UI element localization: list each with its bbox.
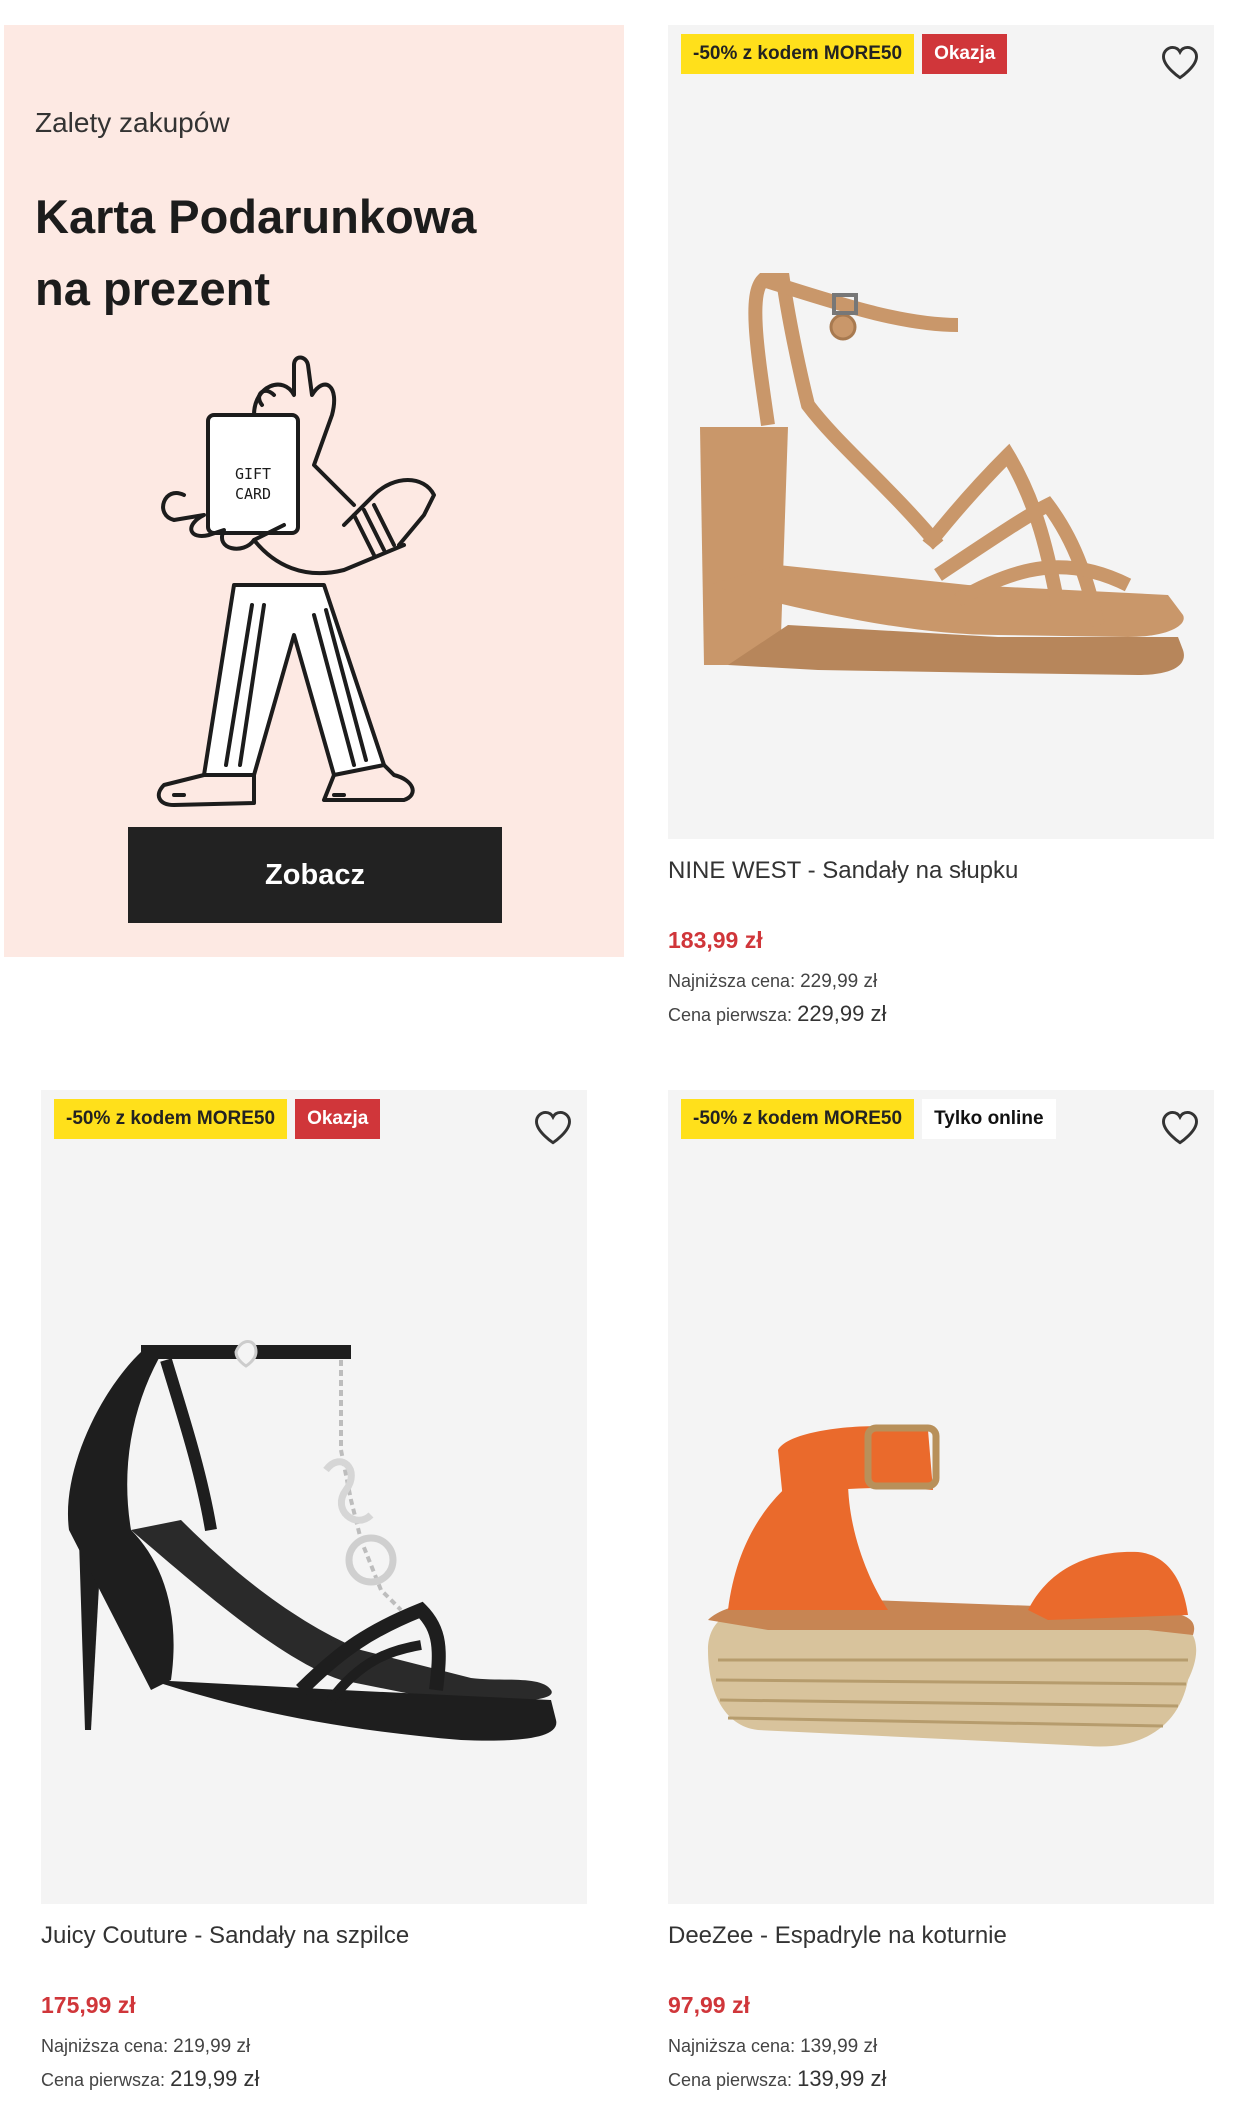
- lowest-price: Najniższa cena: 219,99 zł: [41, 2036, 250, 2058]
- gift-card-promo[interactable]: Zalety zakupów Karta Podarunkowa na prez…: [4, 25, 624, 957]
- lowest-price-label: Najniższa cena:: [668, 971, 796, 991]
- product-card[interactable]: -50% z kodem MORE50 Okazja NINE WEST - S…: [668, 25, 1214, 1035]
- promo-code-badge: -50% z kodem MORE50: [54, 1099, 288, 1139]
- lowest-price: Najniższa cena: 229,99 zł: [668, 971, 877, 993]
- first-price-label: Cena pierwsza:: [41, 2070, 166, 2090]
- badge-group: -50% z kodem MORE50 Okazja: [54, 1099, 381, 1139]
- first-price: Cena pierwsza: 219,99 zł: [41, 2066, 259, 2092]
- lowest-price-value: 139,99 zł: [800, 2036, 878, 2057]
- product-photo-stiletto-sandal: [67, 1340, 557, 1741]
- gift-card-text-2: CARD: [235, 485, 271, 503]
- promo-code-badge: -50% z kodem MORE50: [681, 34, 915, 74]
- gift-card-illustration: GIFT CARD: [156, 355, 436, 807]
- promo-title-line-1: Karta Podarunkowa: [35, 190, 477, 243]
- product-image[interactable]: -50% z kodem MORE50 Tylko online: [668, 1090, 1214, 1904]
- lowest-price-label: Najniższa cena:: [41, 2036, 169, 2056]
- promo-eyebrow: Zalety zakupów: [35, 107, 230, 138]
- first-price-value: 139,99 zł: [797, 2066, 887, 2091]
- promo-title: Karta Podarunkowa na prezent: [35, 181, 595, 325]
- product-name[interactable]: NINE WEST - Sandały na słupku: [668, 857, 1018, 885]
- first-price-label: Cena pierwsza:: [668, 2070, 793, 2090]
- deal-badge: Okazja: [922, 34, 1008, 74]
- first-price: Cena pierwsza: 139,99 zł: [668, 2066, 886, 2092]
- product-image[interactable]: -50% z kodem MORE50 Okazja: [41, 1090, 587, 1904]
- promo-code-badge: -50% z kodem MORE50: [681, 1099, 915, 1139]
- product-name[interactable]: DeeZee - Espadryle na koturnie: [668, 1922, 1007, 1950]
- lowest-price-value: 229,99 zł: [800, 971, 878, 992]
- first-price-label: Cena pierwsza:: [668, 1005, 793, 1025]
- first-price-value: 229,99 zł: [797, 1001, 887, 1026]
- lowest-price-value: 219,99 zł: [173, 2036, 251, 2057]
- product-photo-espadrille-wedge: [708, 1424, 1197, 1747]
- online-only-badge: Tylko online: [922, 1099, 1056, 1139]
- promo-title-line-2: na prezent: [35, 262, 271, 315]
- lowest-price: Najniższa cena: 139,99 zł: [668, 2036, 877, 2058]
- product-photo-heeled-sandal: [700, 273, 1184, 675]
- gift-card-text-1: GIFT: [235, 465, 271, 483]
- first-price-value: 219,99 zł: [170, 2066, 260, 2091]
- deal-badge: Okazja: [295, 1099, 381, 1139]
- product-card[interactable]: -50% z kodem MORE50 Okazja Juicy Couture…: [41, 1090, 587, 2100]
- product-name[interactable]: Juicy Couture - Sandały na szpilce: [41, 1922, 409, 1950]
- heart-outline-icon[interactable]: [1158, 41, 1202, 85]
- product-price: 97,99 zł: [668, 1992, 750, 2018]
- product-price: 183,99 zł: [668, 927, 763, 953]
- product-price: 175,99 zł: [41, 1992, 136, 2018]
- badge-group: -50% z kodem MORE50 Okazja: [681, 34, 1008, 74]
- first-price: Cena pierwsza: 229,99 zł: [668, 1001, 886, 1027]
- lowest-price-label: Najniższa cena:: [668, 2036, 796, 2056]
- heart-outline-icon[interactable]: [1158, 1106, 1202, 1150]
- product-card[interactable]: -50% z kodem MORE50 Tylko online DeeZee …: [668, 1090, 1214, 2100]
- heart-outline-icon[interactable]: [531, 1106, 575, 1150]
- product-image[interactable]: -50% z kodem MORE50 Okazja: [668, 25, 1214, 839]
- badge-group: -50% z kodem MORE50 Tylko online: [681, 1099, 1056, 1139]
- see-gift-card-button[interactable]: Zobacz: [128, 827, 502, 923]
